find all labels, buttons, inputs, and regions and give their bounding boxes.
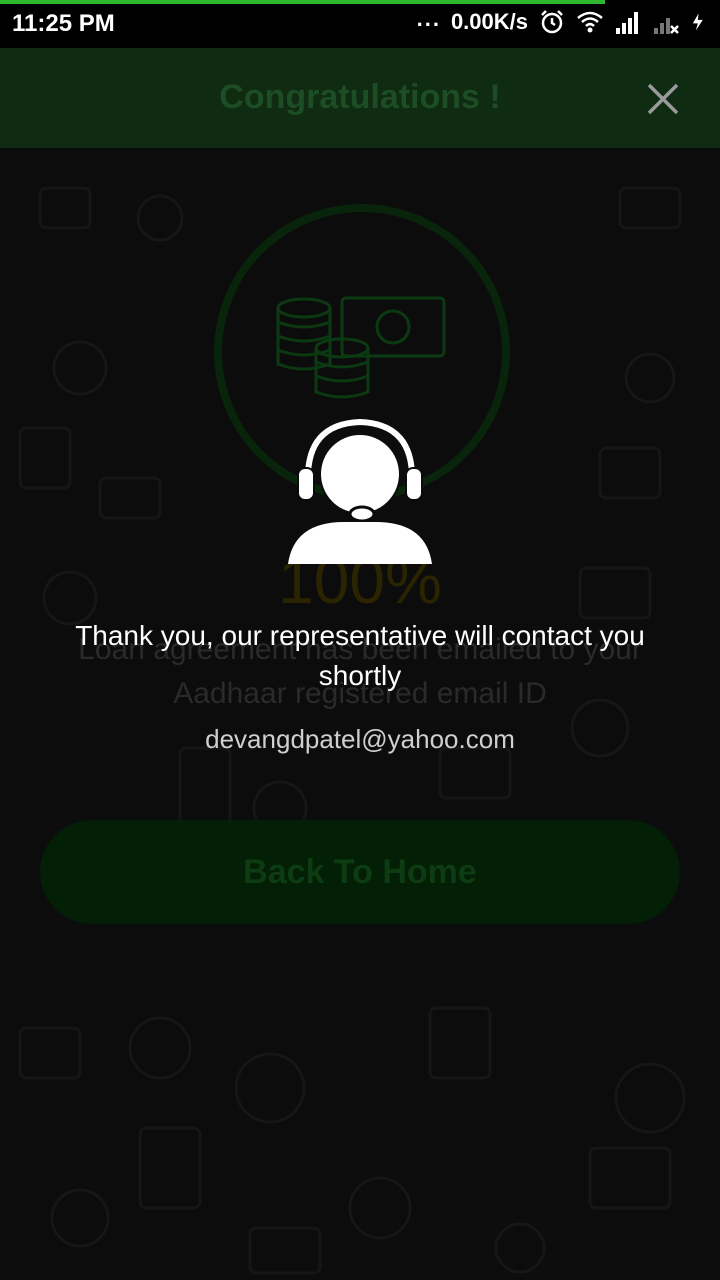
customer-support-icon [288,418,432,564]
support-message: Thank you, our representative will conta… [75,620,645,691]
support-overlay: Thank you, our representative will conta… [0,0,720,1280]
